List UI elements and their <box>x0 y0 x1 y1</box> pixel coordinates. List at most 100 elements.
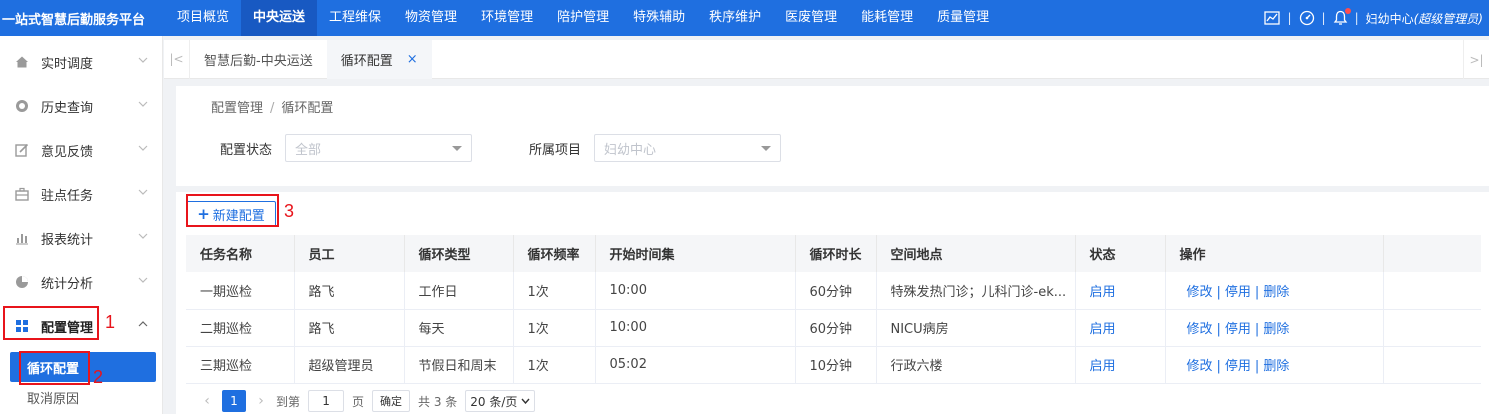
bell-icon[interactable] <box>1333 8 1351 26</box>
annotation-box-config <box>3 306 99 340</box>
cell-employee: 超级管理员 <box>294 346 405 384</box>
tab-scroll-left-icon[interactable]: |< <box>164 39 190 79</box>
breadcrumb-separator: / <box>270 101 275 116</box>
sidebar-item-label: 历史查询 <box>41 100 94 116</box>
sidebar-item-report[interactable]: 报表统计 <box>0 216 162 260</box>
dashboard-icon[interactable] <box>1299 10 1315 26</box>
cell-start: 05:02 <box>595 346 796 384</box>
project-filter-label: 所属项目 <box>529 142 582 158</box>
delete-link[interactable]: 删除 <box>1263 322 1289 337</box>
breadcrumb-parent[interactable]: 配置管理 <box>211 101 263 116</box>
annotation-box-new-config <box>186 194 279 227</box>
top-nav-item[interactable]: 项目概览 <box>165 0 241 36</box>
breadcrumb-current: 循环配置 <box>281 101 334 116</box>
sidebar-item-analysis[interactable]: 统计分析 <box>0 260 162 304</box>
cell-name: 二期巡检 <box>186 309 295 347</box>
sidebar-item-label: 意见反馈 <box>41 144 94 160</box>
cell-name: 三期巡检 <box>186 346 295 384</box>
page-number-current[interactable]: 1 <box>222 390 246 412</box>
bar-chart-icon <box>15 231 29 245</box>
delete-link[interactable]: 删除 <box>1263 359 1289 374</box>
top-nav-item[interactable]: 陪护管理 <box>545 0 621 36</box>
cell-freq: 1次 <box>513 346 596 384</box>
disable-link[interactable]: 停用 <box>1225 359 1251 374</box>
table-header: 循环类型 <box>404 235 514 272</box>
divider: | <box>1287 11 1292 25</box>
notification-dot <box>1344 8 1351 14</box>
goto-label: 到第 <box>276 394 301 409</box>
goto-confirm-button[interactable]: 确定 <box>372 390 411 412</box>
project-select[interactable]: 妇幼中心 <box>594 134 782 162</box>
sidebar-item-station-task[interactable]: 驻点任务 <box>0 172 162 216</box>
filter-panel: 配置管理 / 循环配置 配置状态 全部 所属项目 妇幼中心 <box>176 86 1489 186</box>
top-nav-item[interactable]: 能耗管理 <box>849 0 925 36</box>
sidebar-item-history[interactable]: 历史查询 <box>0 84 162 128</box>
sidebar-item-realtime[interactable]: 实时调度 <box>0 40 162 84</box>
delete-link[interactable]: 删除 <box>1263 285 1289 300</box>
table-header: 空间地点 <box>876 235 1076 272</box>
top-nav-item[interactable]: 医废管理 <box>773 0 849 36</box>
caret-down-icon <box>452 146 463 151</box>
goto-page-input[interactable]: 1 <box>308 390 345 412</box>
tab-cycle-config[interactable]: 循环配置 × <box>326 39 432 79</box>
status-select[interactable]: 全部 <box>285 134 473 162</box>
top-nav-item[interactable]: 环境管理 <box>469 0 545 36</box>
top-nav-item[interactable]: 工程维保 <box>317 0 393 36</box>
edit-link[interactable]: 修改 <box>1187 359 1213 374</box>
table-header: 循环时长 <box>795 235 877 272</box>
status-link[interactable]: 启用 <box>1075 272 1166 310</box>
disable-link[interactable]: 停用 <box>1225 322 1251 337</box>
cell-employee: 路飞 <box>294 272 405 310</box>
annotation-number: 3 <box>284 201 295 221</box>
status-link[interactable]: 启用 <box>1075 309 1166 347</box>
tab-scroll-right-icon[interactable]: >| <box>1463 40 1489 79</box>
row-filler <box>1383 346 1481 384</box>
page-size-select[interactable]: 20 条/页 <box>465 390 536 412</box>
cell-place: 行政六楼 <box>876 346 1076 384</box>
submenu-item-cancel-reason[interactable]: 取消原因 <box>0 382 162 412</box>
status-filter-label: 配置状态 <box>220 142 273 158</box>
sidebar-item-label: 实时调度 <box>41 56 94 72</box>
sidebar-item-feedback[interactable]: 意见反馈 <box>0 128 162 172</box>
top-right-tools: | | | 妇幼中心(超级管理员) <box>1264 0 1483 36</box>
trend-chart-icon[interactable] <box>1264 10 1281 26</box>
disable-link[interactable]: 停用 <box>1225 285 1251 300</box>
user-org: 妇幼中心 <box>1365 11 1414 26</box>
table-header: 员工 <box>294 235 405 272</box>
chevron-down-icon <box>138 233 148 239</box>
cell-type: 工作日 <box>404 272 514 310</box>
status-select-value: 全部 <box>295 142 322 158</box>
cell-ops: 修改 | 停用 | 删除 <box>1165 309 1384 347</box>
cell-type: 每天 <box>404 309 514 347</box>
edit-link[interactable]: 修改 <box>1187 285 1213 300</box>
tab-bar: |< 智慧后勤-中央运送 循环配置 × >| <box>164 39 1489 79</box>
annotation-number: 1 <box>105 312 116 332</box>
divider: | <box>1354 11 1359 25</box>
top-nav-item[interactable]: 物资管理 <box>393 0 469 36</box>
cell-employee: 路飞 <box>294 309 405 347</box>
table-header: 循环频率 <box>513 235 596 272</box>
user-menu[interactable]: 妇幼中心(超级管理员) <box>1366 10 1483 27</box>
row-filler <box>1383 309 1481 347</box>
top-nav-item-active[interactable]: 中央运送 <box>241 0 318 36</box>
next-page-icon[interactable]: › <box>254 393 268 409</box>
table-row: 二期巡检 路飞 每天 1次 10:00 60分钟 NICU病房 启用 修改 | 停用… <box>186 309 1481 347</box>
chevron-down-icon <box>138 277 148 283</box>
sidebar-item-label: 统计分析 <box>41 276 94 292</box>
top-nav-item[interactable]: 特殊辅助 <box>621 0 697 36</box>
total-count: 共 3 条 <box>418 394 458 409</box>
cell-freq: 1次 <box>513 309 596 347</box>
table-header-row: 任务名称 员工 循环类型 循环频率 开始时间集 循环时长 空间地点 状态 操作 <box>186 235 1481 272</box>
pagination: ‹ 1 › 到第 1 页 确定 共 3 条 20 条/页 <box>200 390 536 412</box>
top-nav-item[interactable]: 质量管理 <box>925 0 1001 36</box>
cell-duration: 60分钟 <box>795 272 877 310</box>
prev-page-icon[interactable]: ‹ <box>200 393 214 409</box>
table-header: 状态 <box>1075 235 1166 272</box>
tab-central-transport[interactable]: 智慧后勤-中央运送 <box>190 40 327 79</box>
annotation-number: 2 <box>93 367 104 387</box>
close-icon[interactable]: × <box>407 52 418 67</box>
ops-separator: | <box>1254 322 1260 337</box>
top-nav-item[interactable]: 秩序维护 <box>697 0 773 36</box>
edit-link[interactable]: 修改 <box>1187 322 1213 337</box>
status-link[interactable]: 启用 <box>1075 346 1166 384</box>
